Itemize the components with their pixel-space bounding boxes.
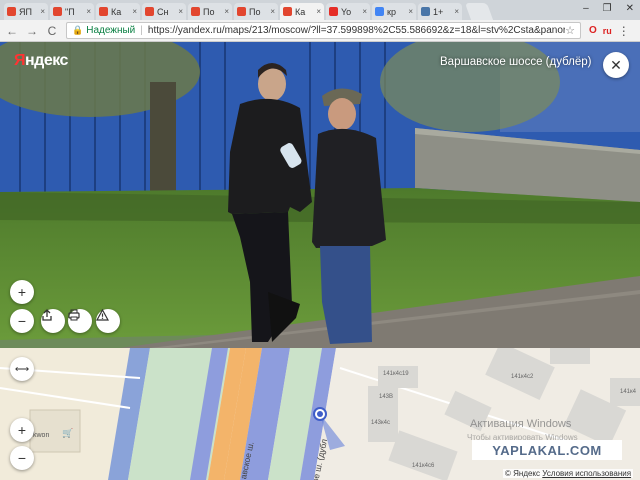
map-copyright: © Яндекс Условия использования (503, 469, 634, 478)
extension-badge-ru[interactable]: ru (603, 26, 612, 36)
building-label: 143к4с (371, 420, 390, 426)
print-button[interactable] (68, 309, 92, 333)
tab-title: "П (65, 6, 75, 17)
browser-tab[interactable]: ЯП × (4, 3, 48, 20)
tab-favicon-icon (375, 7, 384, 16)
tab-favicon-icon (237, 7, 246, 16)
tab-title: кр (387, 6, 396, 17)
share-icon (42, 309, 52, 321)
tab-title: 1+ (433, 6, 444, 17)
mini-map[interactable]: 141к4с19 141к4с2 141к4 143В 143к4с 141к4… (0, 348, 640, 480)
windows-activation-title: Активация Windows (470, 418, 572, 430)
tab-title: ЯП (19, 6, 32, 17)
report-problem-button[interactable] (96, 309, 120, 333)
reload-button[interactable]: C (44, 24, 60, 38)
browser-tab-bar: ЯП × "П × Ка × Сн × По × По × Ка × Yo × кр × 1+ × – ❐ ✕ (0, 0, 640, 20)
browser-tab[interactable]: Ка × (96, 3, 140, 20)
bookmark-star-icon[interactable]: ☆ (565, 24, 575, 37)
browser-tab[interactable]: Ка × (280, 3, 324, 20)
browser-tab[interactable]: Yo × (326, 3, 370, 20)
close-window-button[interactable]: ✕ (626, 3, 634, 14)
tab-close-icon[interactable]: × (40, 7, 45, 16)
tab-favicon-icon (283, 7, 292, 16)
browser-tab[interactable]: кр × (372, 3, 416, 20)
tab-title: Yo (341, 6, 352, 17)
browser-menu-icon[interactable]: ⋮ (618, 24, 630, 38)
tab-favicon-icon (191, 7, 200, 16)
copyright-text: © Яндекс (505, 469, 541, 478)
pano-zoom-in-button[interactable]: + (10, 280, 34, 304)
tab-close-icon[interactable]: × (132, 7, 137, 16)
tab-favicon-icon (145, 7, 154, 16)
tab-close-icon[interactable]: × (178, 7, 183, 16)
tab-close-icon[interactable]: × (270, 7, 275, 16)
building-label: 141к4с2 (511, 374, 534, 380)
tree-trunk (150, 82, 176, 202)
tab-title: Ка (111, 6, 122, 17)
tab-close-icon[interactable]: × (454, 7, 459, 16)
tab-title: Ка (295, 6, 306, 17)
tab-title: По (249, 6, 261, 17)
tab-title: Сн (157, 6, 169, 17)
tab-favicon-icon (421, 7, 430, 16)
street-panorama[interactable]: + − (0, 42, 640, 348)
building-label: 143В (379, 394, 394, 400)
panorama-title: Варшавское шоссе (дублёр) (440, 56, 592, 68)
tab-close-icon[interactable]: × (224, 7, 229, 16)
map-zoom-out-button[interactable]: − (10, 446, 34, 470)
share-button[interactable] (41, 309, 65, 333)
secure-label: Надежный (86, 25, 136, 36)
tab-title: По (203, 6, 215, 17)
yandex-logo: Яндекс (14, 52, 68, 69)
shop-label: kwon (33, 432, 50, 439)
lock-icon: 🔒 (72, 25, 84, 35)
tab-favicon-icon (329, 7, 338, 16)
browser-tab[interactable]: По × (234, 3, 278, 20)
building (550, 348, 590, 364)
terms-link[interactable]: Условия использования (542, 469, 631, 478)
shopping-cart-icon: 🛒 (62, 428, 74, 438)
address-toolbar: ← → C 🔒 Надежный | https://yandex.ru/map… (0, 20, 640, 42)
forward-button[interactable]: → (24, 24, 40, 38)
print-icon (68, 309, 80, 321)
new-tab-button[interactable] (464, 3, 494, 20)
close-panorama-button[interactable]: ✕ (603, 52, 629, 78)
building (378, 366, 418, 388)
omnibox[interactable]: 🔒 Надежный | https://yandex.ru/maps/213/… (66, 22, 581, 39)
map-zoom-in-button[interactable]: + (10, 418, 34, 442)
building-label: 141к4 (620, 389, 636, 395)
browser-tab[interactable]: "П × (50, 3, 94, 20)
minimize-button[interactable]: – (583, 3, 589, 14)
window-controls: – ❐ ✕ (583, 3, 634, 14)
url-text[interactable]: https://yandex.ru/maps/213/moscow/?ll=37… (148, 25, 565, 36)
restore-button[interactable]: ❐ (603, 3, 612, 14)
browser-tab[interactable]: По × (188, 3, 232, 20)
extension-badge-o[interactable]: O (589, 25, 597, 36)
omnibox-separator: | (140, 25, 143, 36)
building-label: 141к4с19 (383, 371, 409, 377)
tab-favicon-icon (99, 7, 108, 16)
building-label: 141к4с6 (412, 463, 435, 469)
browser-tab[interactable]: Сн × (142, 3, 186, 20)
collapse-map-button[interactable]: ⟷ (10, 357, 34, 381)
pano-zoom-out-button[interactable]: − (10, 309, 34, 333)
tab-close-icon[interactable]: × (408, 7, 413, 16)
extensions-area: O ru ⋮ (589, 24, 630, 38)
panorama-scene (0, 42, 640, 348)
tab-close-icon[interactable]: × (362, 7, 367, 16)
back-button[interactable]: ← (4, 24, 20, 38)
tab-close-icon[interactable]: × (316, 7, 321, 16)
tab-favicon-icon (7, 7, 16, 16)
browser-tab[interactable]: 1+ × (418, 3, 462, 20)
site-watermark: YAPLAKAL.COM (472, 440, 622, 460)
tab-favicon-icon (53, 7, 62, 16)
warning-icon (96, 309, 109, 321)
tab-close-icon[interactable]: × (86, 7, 91, 16)
